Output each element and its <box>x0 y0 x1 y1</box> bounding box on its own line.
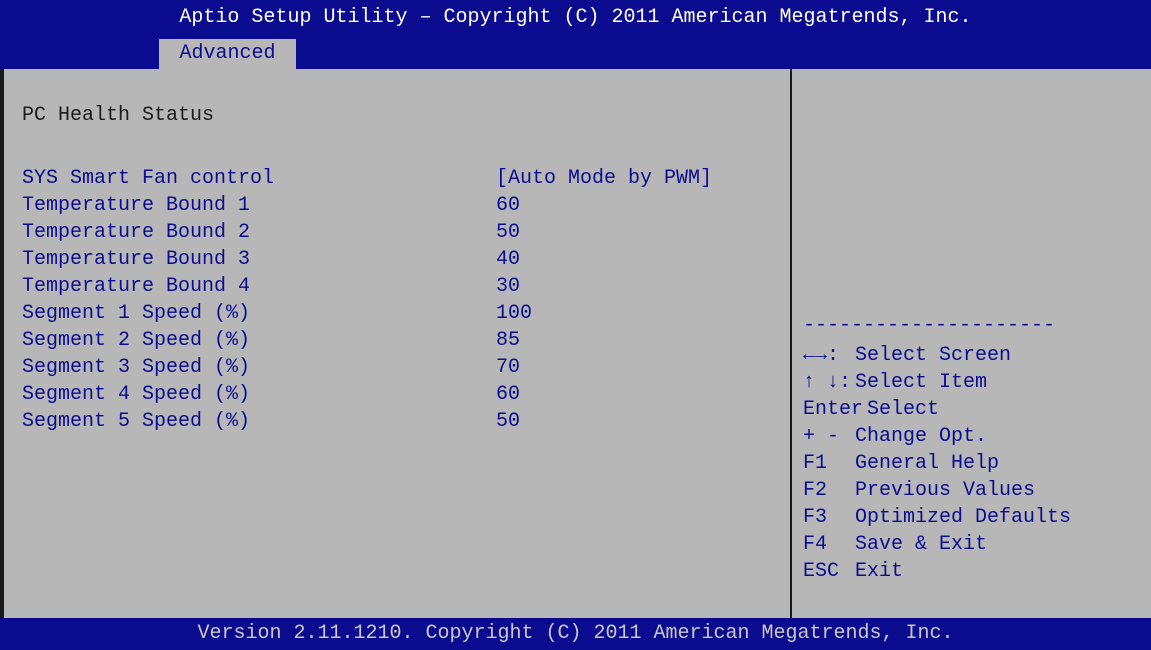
help-previous-values: F2 Previous Values <box>803 478 1035 504</box>
setting-value[interactable]: 85 <box>496 329 520 352</box>
help-exit: ESC Exit <box>803 559 903 585</box>
help-desc: Change Opt. <box>855 425 988 448</box>
bios-frame: PC Health Status SYS Smart Fan control [A… <box>0 69 1151 618</box>
panel-divider <box>790 69 792 618</box>
help-desc: Select Item <box>855 371 988 394</box>
help-key: F1 <box>803 452 828 475</box>
setting-value[interactable]: 40 <box>496 248 520 271</box>
help-desc: Save & Exit <box>855 533 988 556</box>
help-general-help: F1 General Help <box>803 451 999 477</box>
setting-label: Segment 5 Speed (%) <box>22 410 251 433</box>
help-desc: Exit <box>855 560 904 583</box>
frame-left-border <box>0 69 4 618</box>
setting-sys-smart-fan-control[interactable]: SYS Smart Fan control [Auto Mode by PWM] <box>22 166 712 192</box>
help-separator: --------------------- <box>803 314 1056 337</box>
help-key: Enter <box>803 398 864 421</box>
help-change-opt: + - Change Opt. <box>803 424 987 450</box>
help-desc: Select Screen <box>855 344 1012 367</box>
help-key: F2 <box>803 479 828 502</box>
setting-label: SYS Smart Fan control <box>22 167 275 190</box>
setting-value[interactable]: 70 <box>496 356 520 379</box>
setting-segment-1-speed[interactable]: Segment 1 Speed (%) 100 <box>22 301 532 327</box>
setting-label: Temperature Bound 3 <box>22 248 251 271</box>
help-desc: Select <box>867 398 940 421</box>
help-optimized-defaults: F3 Optimized Defaults <box>803 505 1071 531</box>
setting-label: Temperature Bound 4 <box>22 275 251 298</box>
section-title: PC Health Status <box>22 104 215 127</box>
setting-segment-5-speed[interactable]: Segment 5 Speed (%) 50 <box>22 409 520 435</box>
setting-value[interactable]: 100 <box>496 302 532 325</box>
help-key: F4 <box>803 533 828 556</box>
setting-temperature-bound-1[interactable]: Temperature Bound 1 60 <box>22 193 520 219</box>
help-key: ESC <box>803 560 840 583</box>
setting-temperature-bound-4[interactable]: Temperature Bound 4 30 <box>22 274 520 300</box>
setting-label: Segment 3 Speed (%) <box>22 356 251 379</box>
setting-temperature-bound-2[interactable]: Temperature Bound 2 50 <box>22 220 520 246</box>
bios-screen: Aptio Setup Utility – Copyright (C) 2011… <box>0 0 1151 650</box>
setting-segment-4-speed[interactable]: Segment 4 Speed (%) 60 <box>22 382 520 408</box>
setting-label: Segment 2 Speed (%) <box>22 329 251 352</box>
setting-label: Segment 1 Speed (%) <box>22 302 251 325</box>
help-save-exit: F4 Save & Exit <box>803 532 987 558</box>
help-desc: General Help <box>855 452 1000 475</box>
help-key: + - <box>803 425 840 448</box>
setting-segment-2-speed[interactable]: Segment 2 Speed (%) 85 <box>22 328 520 354</box>
help-select-item: ↑ ↓: Select Item <box>803 370 987 396</box>
setting-label: Temperature Bound 2 <box>22 221 251 244</box>
tab-advanced[interactable]: Advanced <box>159 39 296 69</box>
setting-segment-3-speed[interactable]: Segment 3 Speed (%) 70 <box>22 355 520 381</box>
help-desc: Previous Values <box>855 479 1036 502</box>
help-select-screen: ←→: Select Screen <box>803 343 1011 369</box>
footer-bar: Version 2.11.1210. Copyright (C) 2011 Am… <box>0 618 1151 650</box>
setting-label: Temperature Bound 1 <box>22 194 251 217</box>
title-bar: Aptio Setup Utility – Copyright (C) 2011… <box>0 0 1151 36</box>
setting-temperature-bound-3[interactable]: Temperature Bound 3 40 <box>22 247 520 273</box>
tab-strip: Advanced <box>0 36 1151 69</box>
setting-value[interactable]: 60 <box>496 194 520 217</box>
setting-value[interactable]: 50 <box>496 410 520 433</box>
help-enter-select: Enter Select <box>803 397 939 423</box>
setting-label: Segment 4 Speed (%) <box>22 383 251 406</box>
help-key: ←→: <box>803 344 840 367</box>
help-key: ↑ ↓: <box>803 371 852 394</box>
help-key: F3 <box>803 506 828 529</box>
setting-value[interactable]: [Auto Mode by PWM] <box>496 167 712 190</box>
help-desc: Optimized Defaults <box>855 506 1072 529</box>
setting-value[interactable]: 50 <box>496 221 520 244</box>
setting-value[interactable]: 60 <box>496 383 520 406</box>
setting-value[interactable]: 30 <box>496 275 520 298</box>
